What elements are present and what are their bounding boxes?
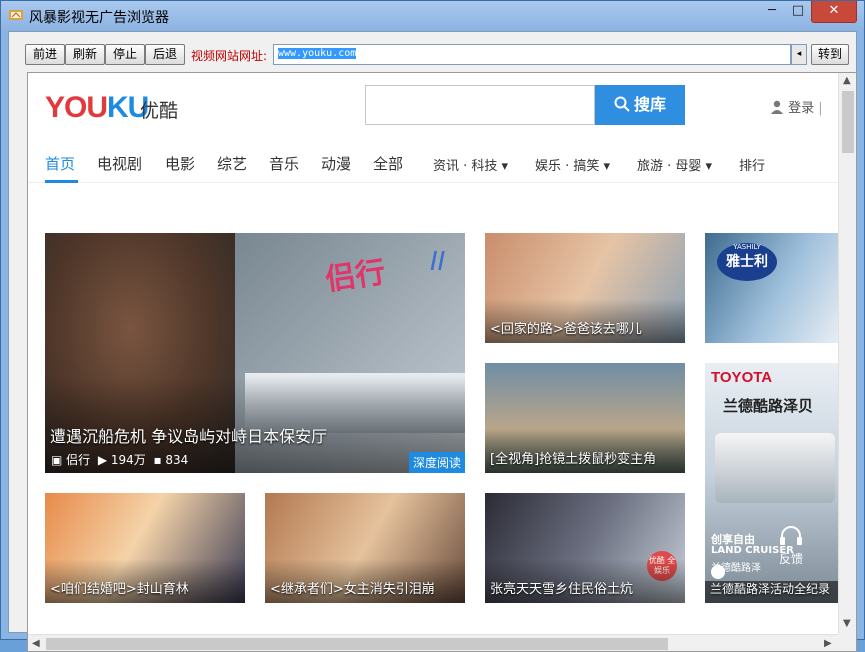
web-view[interactable]: YOUKU 优酷 搜库 登录 | 首页 电视剧 电影 综艺 音乐 动漫 全部 资… (27, 72, 857, 652)
scrollbar-corner (838, 634, 856, 651)
app-icon (9, 10, 23, 20)
forward-button[interactable]: 前进 (25, 44, 65, 65)
site-nav: 首页 电视剧 电影 综艺 音乐 动漫 全部 资讯 · 科技 ▾ 娱乐 · 搞笑 … (28, 131, 838, 183)
nav-travel[interactable]: 旅游 · 母婴 ▾ (637, 155, 712, 174)
video-tile-snow-town[interactable]: 优酷 全娱乐 张亮天天雪乡住民俗土炕 (485, 493, 685, 603)
back-button[interactable]: 后退 (145, 44, 185, 65)
close-button[interactable]: ✕ (811, 1, 857, 23)
user-icon (771, 100, 783, 114)
address-label: 视频网站网址: (191, 49, 268, 63)
video-caption: <咱们结婚吧>封山育林 (50, 582, 189, 597)
feedback-button[interactable]: 反馈 (773, 525, 809, 573)
nav-tv[interactable]: 电视剧 (97, 153, 142, 174)
vertical-scroll-thumb[interactable] (842, 91, 854, 153)
nav-ent[interactable]: 娱乐 · 搞笑 ▾ (535, 155, 610, 174)
scroll-down-icon[interactable]: ▼ (843, 618, 851, 629)
horizontal-scrollbar[interactable]: ◀ ▶ (28, 634, 838, 651)
lvxing-overlay-title: 侣行 (323, 254, 388, 298)
nav-movie[interactable]: 电影 (165, 153, 195, 174)
address-input[interactable]: www.youku.com (273, 44, 791, 65)
address-value: www.youku.com (278, 48, 357, 59)
video-caption: 兰德酷路泽活动全纪录 (710, 582, 831, 596)
video-tile-marmot[interactable]: [全视角]抢镜土拨鼠秒变主角 (485, 363, 685, 473)
minimize-button[interactable]: ─ (759, 1, 785, 23)
yashily-logo: YASHILY 雅士利 (717, 243, 777, 281)
nav-home[interactable]: 首页 (45, 153, 75, 174)
headset-icon (780, 526, 802, 545)
ad-tile-toyota[interactable]: TOYOTA 兰德酷路泽贝 创享自由 LAND CRUISER 兰德酷路泽 兰德… (705, 363, 838, 603)
address-dropdown-icon[interactable]: ◂ (791, 44, 807, 65)
play-icon: ▶ (97, 453, 108, 467)
video-caption: [全视角]抢镜土拨鼠秒变主角 (490, 452, 657, 467)
site-search-input[interactable] (365, 85, 595, 125)
youku-logo[interactable]: YOUKU (45, 91, 149, 125)
toyota-brand: TOYOTA (711, 369, 773, 386)
login-link[interactable]: 登录 | (770, 97, 823, 116)
maximize-button[interactable]: □ (785, 1, 811, 23)
refresh-button[interactable]: 刷新 (65, 44, 105, 65)
comment-icon: ▪ (153, 453, 162, 467)
site-search-button[interactable]: 搜库 (595, 85, 685, 125)
ad-tile-yashily[interactable]: YASHILY 雅士利 (705, 233, 838, 343)
lvxing-overlay-roman: II (430, 247, 446, 277)
browser-window: 风暴影视无广告浏览器 ─ □ ✕ 前进 刷新 停止 后退 视频网站网址: www… (0, 0, 865, 652)
nav-active-underline (45, 180, 78, 183)
suv-shape (715, 433, 835, 503)
site-header: YOUKU 优酷 搜库 登录 | (28, 73, 838, 131)
search-icon (614, 96, 630, 112)
featured-caption: 遭遇沉船危机 争议岛屿对峙日本保安厅 (50, 427, 328, 446)
featured-badge[interactable]: 深度阅读 (408, 452, 465, 473)
ad-play-icon[interactable] (711, 565, 725, 579)
featured-video-tile[interactable]: 侣行 II 遭遇沉船危机 争议岛屿对峙日本保安厅 ▣ 侣行 ▶ 194万 ▪ 8… (45, 233, 465, 473)
nav-music[interactable]: 音乐 (269, 153, 299, 174)
client-area: 前进 刷新 停止 后退 视频网站网址: www.youku.com ◂ 转到 Y… (8, 31, 857, 652)
video-tile-heirs[interactable]: <继承者们>女主消失引泪崩 (265, 493, 465, 603)
title-bar: 风暴影视无广告浏览器 ─ □ ✕ (1, 1, 864, 31)
nav-rank[interactable]: 排行 (739, 155, 765, 174)
nav-anime[interactable]: 动漫 (321, 153, 351, 174)
video-tile-marriage[interactable]: <咱们结婚吧>封山育林 (45, 493, 245, 603)
video-tile-home-road[interactable]: <回家的路>爸爸该去哪儿 (485, 233, 685, 343)
nav-variety[interactable]: 综艺 (217, 153, 247, 174)
nav-all[interactable]: 全部 (373, 153, 403, 174)
youku-page: YOUKU 优酷 搜库 登录 | 首页 电视剧 电影 综艺 音乐 动漫 全部 资… (28, 73, 838, 634)
video-caption: 张亮天天雪乡住民俗土炕 (490, 582, 634, 597)
window-title: 风暴影视无广告浏览器 (29, 10, 169, 26)
youku-logo-cn: 优酷 (140, 100, 179, 122)
featured-meta: ▣ 侣行 ▶ 194万 ▪ 834 (51, 453, 189, 467)
vertical-scrollbar[interactable]: ▲ ▼ (838, 73, 856, 634)
scroll-up-icon[interactable]: ▲ (843, 75, 851, 86)
go-button[interactable]: 转到 (811, 44, 849, 65)
toyota-title: 兰德酷路泽贝 (723, 397, 814, 415)
stop-button[interactable]: 停止 (105, 44, 145, 65)
video-caption: <回家的路>爸爸该去哪儿 (490, 322, 642, 337)
nav-news[interactable]: 资讯 · 科技 ▾ (433, 155, 508, 174)
author-icon: ▣ (51, 453, 63, 467)
video-caption: <继承者们>女主消失引泪崩 (270, 582, 435, 597)
